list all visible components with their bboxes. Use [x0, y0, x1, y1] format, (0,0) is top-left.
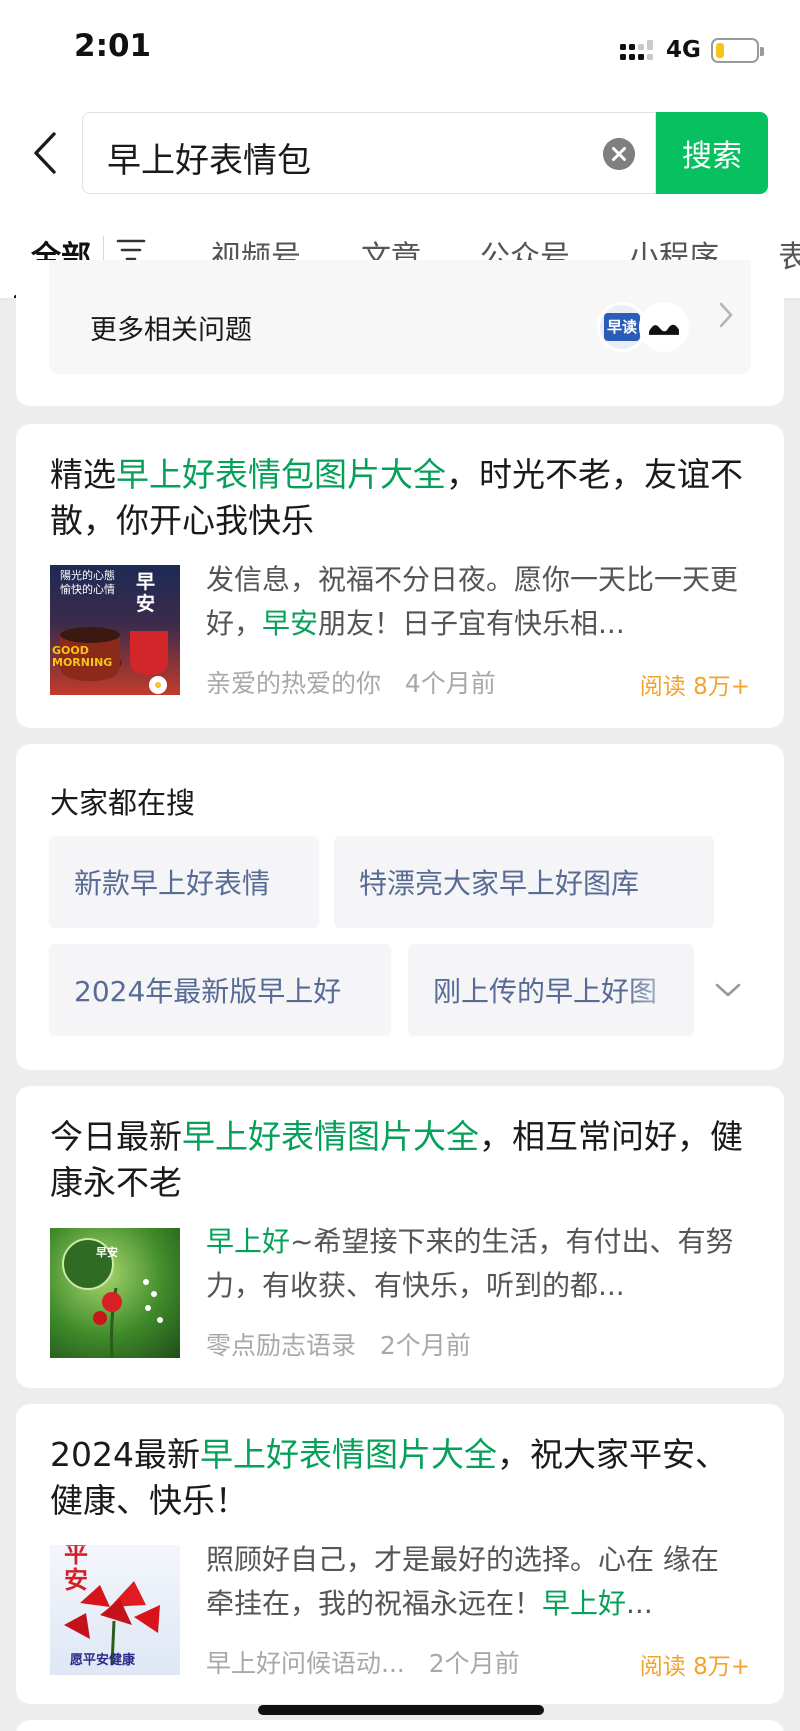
result-snippet: 发信息，祝福不分日夜。愿你一天比一天更好，早安朋友！日子宜有快乐相...: [206, 558, 754, 646]
result-thumbnail: 早安: [50, 1228, 180, 1358]
chip-label: 2024年最新版早上好: [74, 975, 342, 1008]
chip-label: 新款早上好表情: [74, 867, 271, 900]
result-meta: 零点励志语录 2个月前: [206, 1326, 471, 1362]
thumb-caption: 陽光的心態: [60, 569, 115, 582]
publish-time: 2个月前: [379, 1331, 471, 1360]
result-snippet: 早上好~希望接下来的生活，有付出、有努力，有收获、有快乐，听到的都...: [206, 1220, 754, 1308]
related-questions-label: 更多相关问题: [90, 315, 252, 346]
battery-level: [716, 43, 724, 58]
read-count: 阅读 8万+: [639, 674, 750, 700]
hot-search-chip[interactable]: 新款早上好表情: [49, 836, 319, 928]
source-name: 零点励志语录: [206, 1331, 357, 1360]
battery-icon: [711, 38, 764, 63]
network-type: 4G: [666, 37, 701, 63]
title-highlight: 早上好表情图片大全: [199, 1435, 497, 1474]
result-meta: 早上好问候语动... 2个月前: [206, 1644, 520, 1680]
hot-search-chip[interactable]: 特漂亮大家早上好图库: [334, 836, 714, 928]
result-title[interactable]: 2024最新早上好表情图片大全，祝大家平安、健康、快乐！: [50, 1432, 750, 1524]
thumb-caption: 愿平安健康: [70, 1653, 136, 1668]
filter-icon[interactable]: [116, 238, 146, 262]
chevron-right-icon: [719, 302, 733, 328]
tab-divider: [103, 236, 104, 262]
source-name: 早上好问候语动...: [206, 1649, 405, 1678]
avatar-text: 早读: [604, 313, 640, 341]
hot-searches-card: 大家都在搜 新款早上好表情 特漂亮大家早上好图库 2024年最新版早上好 刚上传…: [16, 744, 784, 1070]
back-button[interactable]: [26, 128, 66, 178]
home-indicator[interactable]: [258, 1705, 544, 1715]
title-text: 精选: [50, 455, 116, 494]
status-time: 2:01: [74, 28, 152, 64]
avatar-image-icon: [649, 324, 679, 335]
result-card[interactable]: [16, 1720, 784, 1731]
search-input[interactable]: 早上好表情包: [82, 112, 656, 194]
related-questions-row[interactable]: 更多相关问题 早读: [49, 260, 751, 374]
snippet-text: 朋友！日子宜有快乐相...: [318, 607, 625, 640]
result-meta: 亲爱的热爱的你 4个月前: [206, 664, 496, 700]
search-button[interactable]: 搜索: [656, 112, 768, 194]
related-card: 更多相关问题 早读: [16, 260, 784, 406]
hot-search-chip[interactable]: 2024年最新版早上好: [49, 944, 391, 1036]
clear-icon[interactable]: [603, 138, 635, 170]
chip-label: 特漂亮大家早上好图库: [359, 867, 640, 900]
title-text: 2024最新: [50, 1435, 200, 1474]
flower-icon: [93, 1279, 163, 1358]
result-title[interactable]: 今日最新早上好表情图片大全，相互常问好，健康永不老: [50, 1114, 750, 1206]
result-title[interactable]: 精选早上好表情包图片大全，时光不老，友谊不散，你开心我快乐: [50, 452, 750, 544]
chevron-down-icon[interactable]: [713, 980, 743, 1000]
snippet-highlight: 早上好: [206, 1225, 291, 1258]
publish-time: 2个月前: [428, 1649, 520, 1678]
result-snippet: 照顾好自己，才是最好的选择。心在 缘在 牵挂在，我的祝福永远在！早上好...: [206, 1538, 754, 1626]
snippet-highlight: 早上好: [542, 1587, 627, 1620]
result-thumbnail: 平安 愿平安健康: [50, 1545, 180, 1675]
thumb-caption: 愉快的心情: [60, 583, 115, 596]
publish-time: 4个月前: [404, 669, 496, 698]
source-name: 亲爱的热爱的你: [206, 669, 382, 698]
result-card[interactable]: 今日最新早上好表情图片大全，相互常问好，健康永不老 早安 早上好~希望接下来的生…: [16, 1086, 784, 1388]
avatar: [639, 302, 689, 352]
title-text: 今日最新: [50, 1117, 182, 1156]
snippet-text: ...: [626, 1587, 653, 1620]
result-card[interactable]: 2024最新早上好表情图片大全，祝大家平安、健康、快乐！ 平安 愿平安健康 照顾…: [16, 1404, 784, 1704]
snippet-highlight: 早安: [262, 607, 319, 640]
search-query: 早上好表情包: [107, 141, 311, 181]
title-highlight: 早上好表情包图片大全: [116, 455, 446, 494]
hot-search-chip[interactable]: 刚上传的早上好图: [408, 944, 694, 1036]
result-card[interactable]: 精选早上好表情包图片大全，时光不老，友谊不散，你开心我快乐 陽光的心態 愉快的心情…: [16, 424, 784, 728]
read-count: 阅读 8万+: [639, 1654, 750, 1680]
hot-searches-title: 大家都在搜: [50, 786, 196, 820]
signal-icon: [620, 40, 653, 60]
result-thumbnail: 陽光的心態 愉快的心情 早安 GOOD MORNING: [50, 565, 180, 695]
top-bar: 2:01 4G 早上好表情包 搜索 全部 视频号 文章 公众号 小程序 表: [0, 0, 800, 300]
title-highlight: 早上好表情图片大全: [182, 1117, 479, 1156]
thumb-caption: GOOD MORNING: [52, 644, 113, 669]
